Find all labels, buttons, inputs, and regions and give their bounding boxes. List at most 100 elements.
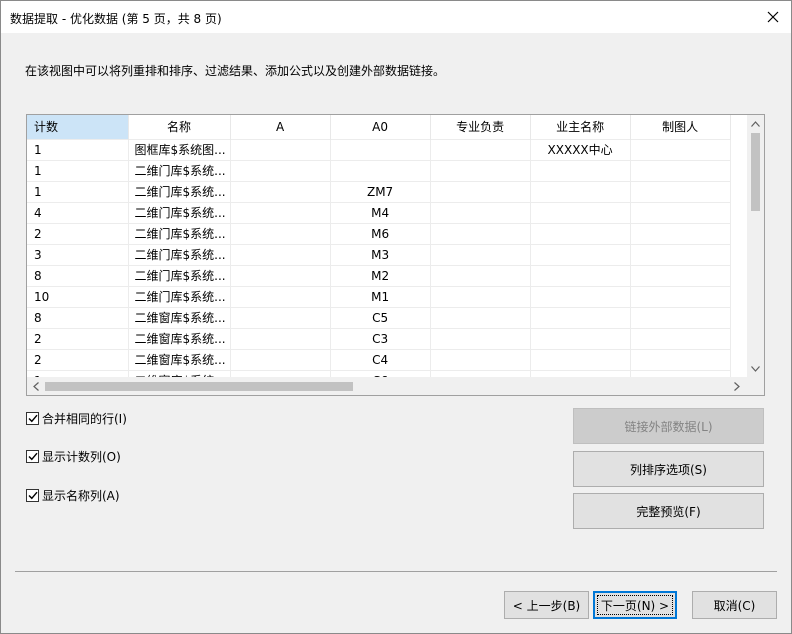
table-cell[interactable] — [230, 348, 331, 370]
table-cell[interactable]: 2 — [27, 348, 129, 370]
table-cell[interactable] — [530, 264, 631, 286]
table-cell[interactable] — [430, 138, 531, 160]
column-header[interactable]: A — [230, 115, 331, 139]
table-cell[interactable] — [630, 201, 731, 223]
table-cell[interactable]: XXXXX中心 — [530, 138, 631, 160]
checkbox-box[interactable] — [26, 450, 39, 463]
table-cell[interactable]: 二维门库$系统... — [128, 243, 231, 265]
scroll-left-button[interactable] — [27, 377, 44, 395]
table-cell[interactable]: 1 — [27, 159, 129, 181]
column-header[interactable]: 业主名称 — [530, 115, 631, 139]
table-cell[interactable]: C5 — [330, 306, 431, 328]
table-cell[interactable]: 4 — [27, 201, 129, 223]
table-cell[interactable] — [230, 159, 331, 181]
table-cell[interactable]: 二维窗库$系统... — [128, 327, 231, 349]
table-cell[interactable] — [430, 264, 531, 286]
table-cell[interactable] — [230, 243, 331, 265]
table-cell[interactable] — [630, 327, 731, 349]
table-cell[interactable]: 二维门库$系统... — [128, 264, 231, 286]
table-cell[interactable] — [630, 264, 731, 286]
table-cell[interactable] — [330, 138, 431, 160]
column-header[interactable]: 名称 — [128, 115, 231, 139]
data-grid[interactable]: 计数 名称 A A0 专业负责 业主名称 制图人 1 图框库$系统图... XXXXX中心 1 二维… — [26, 114, 765, 396]
full-preview-button[interactable]: 完整预览(F) — [573, 493, 764, 529]
cancel-button[interactable]: 取消(C) — [692, 591, 777, 619]
checkbox-box[interactable] — [26, 489, 39, 502]
table-row[interactable]: 1 二维门库$系统... — [27, 159, 731, 181]
table-cell[interactable] — [430, 306, 531, 328]
table-row[interactable]: 4 二维门库$系统... M4 — [27, 201, 731, 223]
table-cell[interactable] — [430, 180, 531, 202]
table-cell[interactable] — [230, 264, 331, 286]
show-name-checkbox[interactable]: 显示名称列(A) — [26, 487, 120, 504]
table-cell[interactable] — [530, 243, 631, 265]
table-cell[interactable] — [430, 327, 531, 349]
table-row[interactable]: 10 二维门库$系统... M1 — [27, 285, 731, 307]
table-cell[interactable] — [530, 180, 631, 202]
table-row[interactable]: 2 二维门库$系统... M6 — [27, 222, 731, 244]
table-cell[interactable] — [430, 369, 531, 377]
table-row[interactable]: 8 二维窗库$系统... C5 — [27, 306, 731, 328]
table-cell[interactable] — [230, 306, 331, 328]
table-row[interactable]: 8 二维门库$系统... M2 — [27, 264, 731, 286]
scroll-up-button[interactable] — [747, 115, 764, 132]
table-cell[interactable]: 二维门库$系统... — [128, 180, 231, 202]
table-cell[interactable]: C4 — [330, 348, 431, 370]
table-cell[interactable] — [530, 369, 631, 377]
checkbox-box[interactable] — [26, 412, 39, 425]
table-cell[interactable] — [430, 285, 531, 307]
table-cell[interactable]: ZM7 — [330, 180, 431, 202]
table-cell[interactable]: 1 — [27, 369, 129, 377]
scroll-down-button[interactable] — [747, 360, 764, 377]
table-cell[interactable] — [230, 369, 331, 377]
table-row[interactable]: 1 二维门库$系统... ZM7 — [27, 180, 731, 202]
table-cell[interactable] — [630, 243, 731, 265]
table-cell[interactable] — [430, 159, 531, 181]
table-row[interactable]: 2 二维窗库$系统... C4 — [27, 348, 731, 370]
table-cell[interactable] — [630, 222, 731, 244]
table-cell[interactable] — [630, 285, 731, 307]
table-cell[interactable] — [630, 138, 731, 160]
table-cell[interactable] — [630, 180, 731, 202]
table-cell[interactable]: 10 — [27, 285, 129, 307]
table-row[interactable]: 1 图框库$系统图... XXXXX中心 — [27, 138, 731, 160]
table-cell[interactable]: 8 — [27, 306, 129, 328]
table-row[interactable]: 3 二维门库$系统... M3 — [27, 243, 731, 265]
column-sort-options-button[interactable]: 列排序选项(S) — [573, 451, 764, 487]
table-cell[interactable]: M6 — [330, 222, 431, 244]
table-cell[interactable] — [230, 180, 331, 202]
close-button[interactable] — [755, 1, 791, 33]
table-cell[interactable]: 二维门库$系统... — [128, 201, 231, 223]
table-cell[interactable]: 二维门库$系统... — [128, 222, 231, 244]
table-cell[interactable]: 二维窗库$系统... — [128, 348, 231, 370]
table-cell[interactable] — [530, 327, 631, 349]
table-row[interactable]: 2 二维窗库$系统... C3 — [27, 327, 731, 349]
table-cell[interactable] — [230, 201, 331, 223]
table-cell[interactable] — [630, 159, 731, 181]
table-cell[interactable] — [230, 138, 331, 160]
table-cell[interactable] — [530, 348, 631, 370]
table-cell[interactable] — [230, 327, 331, 349]
table-row[interactable]: 1二维窗库$系统... C6 — [27, 369, 731, 377]
table-cell[interactable] — [530, 159, 631, 181]
scroll-right-button[interactable] — [728, 377, 745, 395]
table-cell[interactable]: C3 — [330, 327, 431, 349]
table-cell[interactable]: 2 — [27, 327, 129, 349]
column-header[interactable]: A0 — [330, 115, 431, 139]
table-cell[interactable]: 3 — [27, 243, 129, 265]
table-cell[interactable] — [330, 159, 431, 181]
table-cell[interactable]: 图框库$系统图... — [128, 138, 231, 160]
table-cell[interactable] — [530, 201, 631, 223]
table-cell[interactable] — [630, 369, 731, 377]
table-cell[interactable] — [530, 285, 631, 307]
table-cell[interactable] — [430, 243, 531, 265]
table-cell[interactable] — [430, 222, 531, 244]
table-cell[interactable]: 2 — [27, 222, 129, 244]
back-button[interactable]: < 上一步(B) — [504, 591, 589, 619]
table-cell[interactable]: 8 — [27, 264, 129, 286]
table-cell[interactable]: 二维窗库$系统... — [128, 369, 231, 377]
table-cell[interactable]: C6 — [330, 369, 431, 377]
table-cell[interactable] — [530, 222, 631, 244]
table-cell[interactable]: M3 — [330, 243, 431, 265]
table-cell[interactable] — [530, 306, 631, 328]
